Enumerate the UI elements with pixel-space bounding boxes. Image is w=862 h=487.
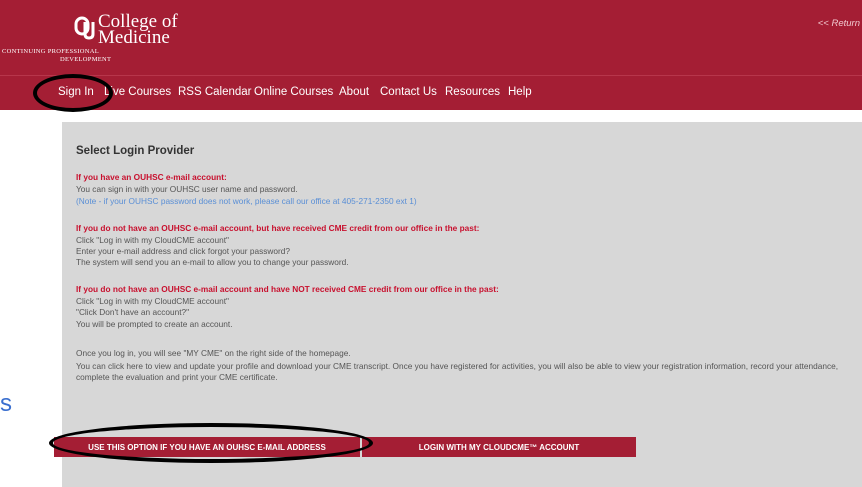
new-user-step-1: Click "Log in with my CloudCME account" xyxy=(76,296,229,306)
new-user-heading: If you do not have an OUHSC e-mail accou… xyxy=(76,284,499,294)
past-credit-step-1: Click "Log in with my CloudCME account" xyxy=(76,235,229,245)
new-user-step-2: "Click Don't have an account?" xyxy=(76,307,190,317)
past-credit-step-3: The system will send you an e-mail to al… xyxy=(76,257,349,267)
new-user-step-3: You will be prompted to create an accoun… xyxy=(76,319,233,329)
ouhsc-instructions: You can sign in with your OUHSC user nam… xyxy=(76,184,298,194)
sign-in-highlight-ellipse xyxy=(33,74,113,112)
nav-help[interactable]: Help xyxy=(508,86,532,98)
nav-live-courses[interactable]: Live Courses xyxy=(104,86,171,98)
nav-about[interactable]: About xyxy=(339,86,369,98)
my-cme-info: Once you log in, you will see "MY CME" o… xyxy=(76,348,351,358)
main-nav: Sign In Live Courses RSS Calendar Online… xyxy=(0,75,862,110)
logo-medicine: Medicine xyxy=(98,27,170,48)
return-link[interactable]: << Return xyxy=(818,18,860,29)
college-logo[interactable]: College of Medicine CONTINUING PROFESSIO… xyxy=(0,6,185,68)
page-title: Select Login Provider xyxy=(76,145,195,157)
site-header: College of Medicine CONTINUING PROFESSIO… xyxy=(0,0,862,75)
annotation-mark: s xyxy=(0,390,12,417)
nav-rss-calendar[interactable]: RSS Calendar xyxy=(178,86,252,98)
ouhsc-button-highlight-ellipse xyxy=(49,423,373,463)
logo-continuing-professional: CONTINUING PROFESSIONAL xyxy=(2,48,100,55)
nav-online-courses[interactable]: Online Courses xyxy=(254,86,333,98)
past-credit-heading: If you do not have an OUHSC e-mail accou… xyxy=(76,223,480,233)
profile-info: You can click here to view and update yo… xyxy=(76,361,839,382)
logo-development: DEVELOPMENT xyxy=(60,56,112,63)
past-credit-step-2: Enter your e-mail address and click forg… xyxy=(76,246,290,256)
cloudcme-login-button[interactable]: LOGIN WITH MY CLOUDCME™ ACCOUNT xyxy=(362,437,636,457)
ouhsc-heading: If you have an OUHSC e-mail account: xyxy=(76,172,227,182)
ouhsc-password-note[interactable]: (Note - if your OUHSC password does not … xyxy=(76,196,417,206)
nav-contact-us[interactable]: Contact Us xyxy=(380,86,437,98)
nav-resources[interactable]: Resources xyxy=(445,86,500,98)
ou-logo-icon xyxy=(74,16,95,40)
